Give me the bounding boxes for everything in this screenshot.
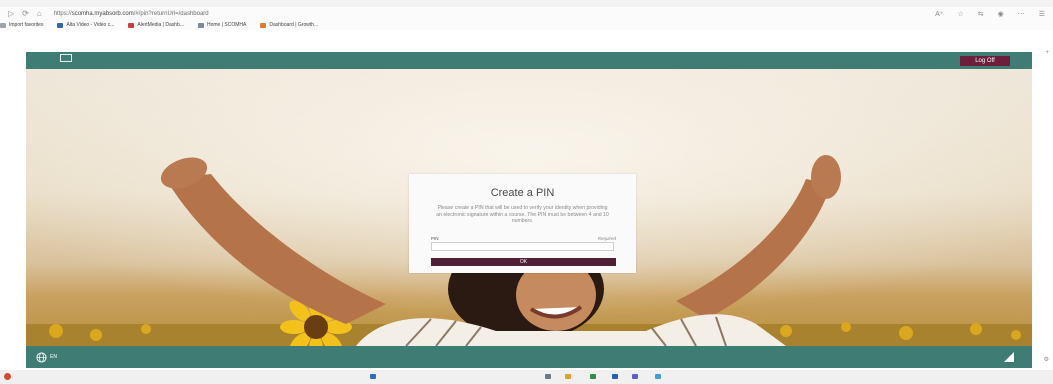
browser-address-bar: ▷ ⟳ ⌂ https://scomha.myabsorb.com/#/pin?…	[0, 7, 1053, 20]
site-icon	[128, 22, 135, 28]
favorite-item[interactable]: Dashboard | Growth...	[260, 22, 318, 28]
required-label: Required	[597, 236, 616, 241]
app-icon[interactable]	[565, 374, 571, 379]
settings-icon[interactable]: ⚙	[1044, 356, 1049, 363]
globe-icon[interactable]	[36, 352, 47, 363]
logo-mark-icon	[60, 54, 72, 62]
app-icon[interactable]	[590, 374, 596, 379]
site-icon	[260, 22, 267, 28]
favorite-item[interactable]: AlertMedia | Dashb...	[128, 22, 184, 28]
company-logo[interactable]	[34, 54, 90, 68]
favorite-star-icon[interactable]: ☆	[957, 10, 963, 18]
dialog-title: Create a PIN	[490, 187, 555, 199]
create-pin-dialog: Create a PIN Please create a PIN that wi…	[409, 174, 636, 273]
browser-tab-strip	[0, 0, 1053, 7]
site-icon	[197, 22, 204, 28]
app-icon[interactable]	[370, 374, 376, 379]
back-icon[interactable]: ▷	[8, 7, 14, 20]
favorite-item[interactable]: Import favorites	[0, 22, 43, 28]
profile-icon[interactable]: ◉	[998, 10, 1004, 18]
url-field[interactable]: https://scomha.myabsorb.com/#/pin?return…	[54, 11, 209, 17]
favorite-item[interactable]: Home | SCOMHA	[197, 22, 246, 28]
top-bar: Log Off	[26, 52, 1032, 69]
bottom-bar: EN	[26, 346, 1032, 368]
favorites-bar: Import favorites Alta Video - Video c...…	[0, 20, 1053, 30]
app-icon[interactable]	[545, 374, 551, 379]
app-icon[interactable]	[655, 374, 661, 379]
app-icon[interactable]	[612, 374, 618, 379]
weather-icon[interactable]	[4, 373, 11, 380]
site-icon	[57, 22, 64, 28]
pin-input[interactable]	[431, 242, 614, 251]
dialog-description: Please create a PIN that will be used to…	[436, 205, 609, 224]
app-window: Log Off Create a PIN Please create a PIN…	[26, 52, 1032, 368]
home-icon[interactable]: ⌂	[37, 7, 42, 20]
language-selector[interactable]: EN	[50, 354, 57, 360]
app-icon[interactable]	[632, 374, 638, 379]
read-aloud-icon[interactable]: A⁺	[935, 10, 943, 18]
absorb-logo-icon	[1004, 352, 1014, 362]
ok-button[interactable]: OK	[431, 258, 616, 266]
pin-label: PIN	[431, 236, 439, 241]
extension-icon[interactable]: ☰	[1039, 10, 1045, 18]
add-sidebar-icon[interactable]: +	[1045, 50, 1049, 56]
more-menu-icon[interactable]: ⋯	[1018, 10, 1025, 18]
hero-image: Create a PIN Please create a PIN that wi…	[26, 69, 1032, 346]
os-taskbar	[0, 370, 1053, 384]
log-off-button[interactable]: Log Off	[960, 56, 1010, 66]
folder-icon	[0, 22, 6, 28]
favorite-item[interactable]: Alta Video - Video c...	[57, 22, 114, 28]
refresh-icon[interactable]: ⟳	[22, 7, 29, 20]
collections-icon[interactable]: ⇆	[978, 10, 984, 18]
